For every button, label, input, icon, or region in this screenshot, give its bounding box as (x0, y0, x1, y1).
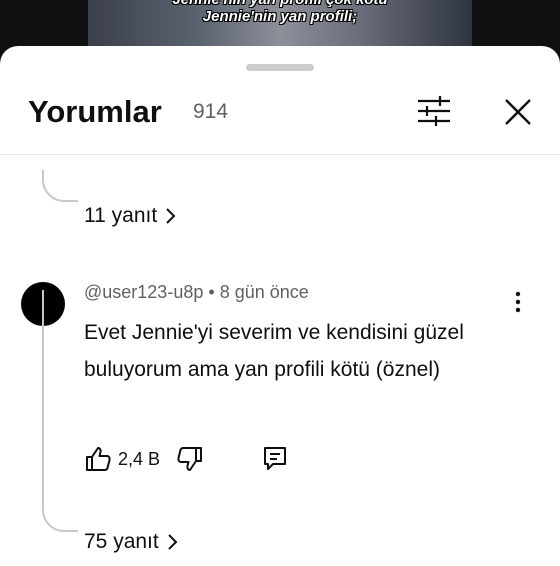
more-vert-icon (515, 291, 521, 313)
chevron-right-icon (168, 534, 178, 550)
thread-line (42, 290, 44, 502)
comment-actions: 2,4 B (84, 444, 288, 474)
filter-sliders-icon (418, 96, 450, 126)
header-divider (0, 154, 560, 155)
comments-sheet: Yorumlar 914 11 yanıt @user123-u8p • 8 g… (0, 46, 560, 566)
thumbs-up-icon (86, 447, 111, 471)
comment-time: 8 gün önce (219, 282, 309, 302)
drag-handle[interactable] (246, 64, 314, 71)
comment-text: Evet Jennie'yi severim ve kendisini güze… (84, 321, 464, 381)
filter-button[interactable] (414, 94, 454, 128)
video-caption-line-1: Jennie'nin yan profili çok kötü (0, 0, 560, 8)
dislike-button[interactable] (176, 445, 204, 473)
view-replies-button[interactable]: 75 yanıt (84, 530, 179, 554)
view-replies-label: 75 yanıt (84, 530, 159, 553)
thumbs-down-icon (177, 447, 203, 471)
reply-button[interactable] (262, 445, 288, 473)
previous-replies-button[interactable]: 11 yanıt (84, 204, 177, 228)
previous-replies-label: 11 yanıt (84, 204, 158, 227)
comments-title: Yorumlar (28, 94, 162, 129)
like-button[interactable] (84, 445, 112, 473)
comment-meta: @user123-u8p • 8 gün önce (84, 282, 309, 303)
reply-comment-icon (264, 447, 287, 470)
meta-separator: • (208, 282, 215, 302)
thread-connector-line (42, 170, 78, 202)
thread-connector-line (42, 502, 78, 532)
video-caption-line-2: Jennie'nin yan profili; (202, 8, 358, 25)
comments-count: 914 (193, 100, 229, 123)
chevron-right-icon (166, 208, 176, 224)
like-count: 2,4 B (118, 448, 161, 469)
close-button[interactable] (500, 94, 536, 130)
close-icon (505, 99, 531, 125)
comment-more-button[interactable] (508, 290, 528, 314)
comment-author[interactable]: @user123-u8p (84, 282, 203, 302)
